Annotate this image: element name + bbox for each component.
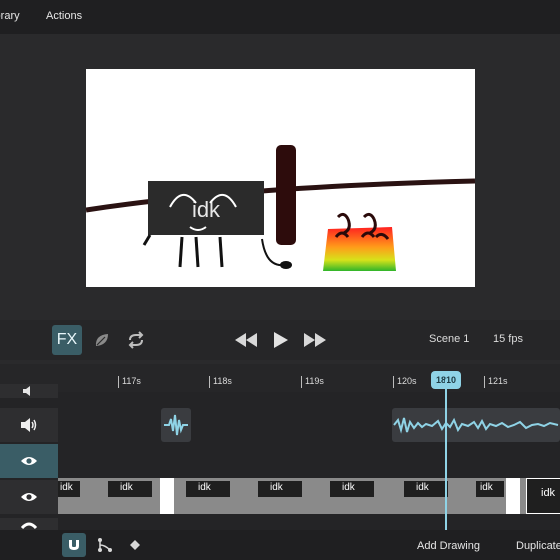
fast-forward-button[interactable] — [303, 330, 327, 350]
track-header-audio-top[interactable] — [0, 384, 58, 398]
leg-3 — [218, 236, 224, 268]
timeline-ruler[interactable]: 117s 118s 119s 120s 121s 1810 — [0, 364, 560, 392]
playback-controls: FX Scene 1 15 fps — [0, 320, 560, 360]
frame-thumb-label: idk — [60, 482, 73, 493]
frame-thumbnail[interactable]: idk — [108, 481, 152, 497]
leg-1 — [178, 236, 184, 268]
track-header-bottom[interactable] — [0, 518, 58, 530]
frame-thumbnail[interactable]: idk — [404, 481, 448, 497]
speaker-icon — [21, 418, 37, 432]
play-button[interactable] — [270, 329, 292, 351]
eye-icon — [21, 457, 37, 465]
frame-thumb-label: idk — [416, 482, 429, 493]
loop-icon — [128, 331, 144, 349]
tick-mark — [393, 376, 394, 388]
eye-icon — [21, 522, 37, 529]
tick-label-120s: 120s — [397, 376, 417, 386]
frame-thumb-label: idk — [120, 482, 133, 493]
pole-shape — [276, 145, 296, 245]
selected-frame-thumbnail[interactable]: idk — [526, 478, 560, 514]
scene-drawing: idk — [86, 145, 475, 271]
track-header-audio[interactable] — [0, 408, 58, 442]
leg-2 — [194, 236, 200, 268]
keyframe-button[interactable] — [128, 538, 142, 552]
waveform-icon — [164, 414, 188, 436]
track-header-drawing[interactable] — [0, 480, 58, 514]
speaker-icon — [23, 386, 30, 396]
frame-thumb-label: idk — [541, 487, 556, 499]
tick-label-119s: 119s — [305, 376, 324, 386]
magnet-icon — [69, 540, 79, 550]
frame-thumb-label: idk — [342, 482, 355, 493]
rewind-button[interactable] — [234, 330, 258, 350]
tick-mark — [209, 376, 210, 388]
audio-clip[interactable] — [161, 408, 191, 442]
fps-selector[interactable]: 15 fps — [493, 333, 523, 345]
drawing-frames-strip[interactable]: idk idk idk idk idk idk idk idk — [58, 478, 560, 514]
tick-label-118s: 118s — [213, 376, 232, 386]
frame-thumbnail[interactable]: idk — [186, 481, 230, 497]
add-drawing-button[interactable]: Add Drawing — [417, 540, 480, 552]
timeline-tracks: idk idk idk idk idk idk idk idk — [0, 380, 560, 530]
eye-icon — [21, 493, 37, 501]
frame-thumb-label: idk — [480, 482, 493, 493]
duplicate-button[interactable]: Duplicate — [516, 540, 560, 552]
frame-thumb-label: idk — [198, 482, 211, 493]
audio-clip-long[interactable] — [392, 408, 560, 442]
idk-character-label: idk — [192, 197, 221, 222]
arm-left — [142, 234, 152, 246]
frame-thumbnail[interactable]: idk — [476, 481, 504, 497]
scene-selector[interactable]: Scene 1 — [429, 333, 469, 345]
tick-mark — [118, 376, 119, 388]
rewind-icon — [235, 333, 257, 347]
frame-thumbnail[interactable]: idk — [58, 481, 80, 497]
tick-mark — [301, 376, 302, 388]
play-icon — [274, 332, 288, 348]
blank-frame-marker — [160, 478, 174, 514]
bottom-toolbar: Add Drawing Duplicate — [0, 530, 560, 560]
fx-label: FX — [56, 331, 78, 348]
path-icon — [98, 538, 112, 552]
loop-button[interactable] — [124, 328, 148, 352]
frame-thumbnail[interactable]: idk — [330, 481, 374, 497]
hand — [280, 261, 292, 269]
waveform-icon — [393, 417, 559, 434]
library-menu[interactable]: Library — [0, 10, 20, 22]
fx-button[interactable]: FX — [52, 325, 82, 355]
drawing-canvas[interactable]: idk — [86, 69, 475, 287]
frame-thumb-label: idk — [270, 482, 283, 493]
magnet-button[interactable] — [62, 533, 86, 557]
top-menu-bar: Library Actions — [0, 0, 560, 34]
actions-menu[interactable]: Actions — [46, 10, 82, 22]
tick-label-117s: 117s — [122, 376, 141, 386]
blank-frame-marker — [506, 478, 520, 514]
gradient-block-character — [323, 227, 396, 271]
track-header-visibility-active[interactable] — [0, 444, 58, 478]
fast-forward-icon — [304, 333, 326, 347]
onion-skin-button[interactable] — [90, 328, 114, 352]
tick-label-121s: 121s — [488, 376, 508, 386]
diamond-icon — [130, 540, 140, 550]
frame-thumbnail[interactable]: idk — [258, 481, 302, 497]
tick-mark — [484, 376, 485, 388]
leaf-icon — [95, 334, 108, 346]
playhead-line[interactable] — [445, 380, 447, 530]
path-tool-button[interactable] — [95, 535, 115, 555]
